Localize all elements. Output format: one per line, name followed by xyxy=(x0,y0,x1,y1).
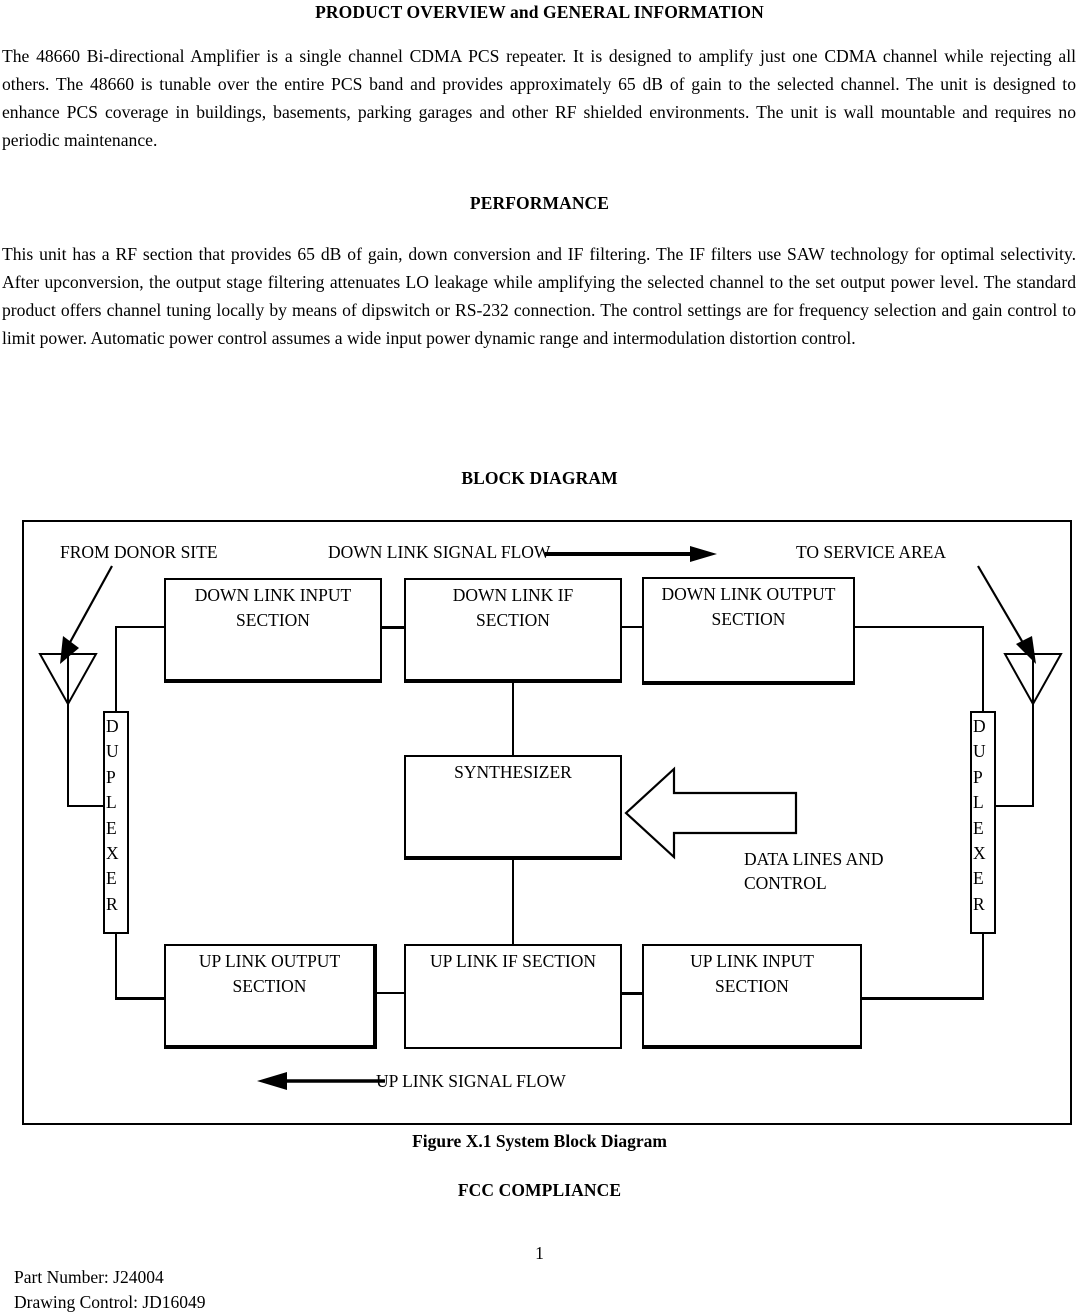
duplexer-left-to-dl-input xyxy=(115,626,167,628)
block-down-link-output: DOWN LINK OUTPUT SECTION xyxy=(642,577,855,685)
duplexer-letter: R xyxy=(106,893,118,914)
block-up-link-input: UP LINK INPUT SECTION xyxy=(642,944,862,1049)
performance-heading: PERFORMANCE xyxy=(469,193,610,213)
part-number: Part Number: J24004 xyxy=(14,1267,164,1287)
duplexer-letter: D xyxy=(106,716,119,736)
duplexer-letter: D xyxy=(973,716,986,736)
donor-antenna-icon xyxy=(38,653,98,720)
performance-paragraph: This unit has a RF section that provides… xyxy=(2,244,1076,348)
up-link-flow-arrow-icon xyxy=(257,1072,385,1090)
block-label: UP LINK IF SECTION xyxy=(429,951,597,971)
label-down-link-signal-flow: DOWN LINK SIGNAL FLOW xyxy=(328,542,551,562)
duplexer-letter: E xyxy=(973,868,984,889)
synth-to-dl-if-line xyxy=(512,683,514,757)
page-number: 1 xyxy=(535,1243,544,1263)
block-label: UP LINK OUTPUT SECTION xyxy=(198,951,341,996)
connector-ul-output-to-if xyxy=(376,992,405,994)
antenna-left-stem xyxy=(67,718,69,807)
figure-caption: Figure X.1 System Block Diagram xyxy=(412,1131,667,1151)
block-up-link-output: UP LINK OUTPUT SECTION xyxy=(164,944,377,1049)
duplexer-letter: E xyxy=(973,817,984,838)
duplexer-letter: R xyxy=(973,893,985,914)
duplexer-letter: X xyxy=(973,843,986,864)
block-synthesizer: SYNTHESIZER xyxy=(404,755,622,860)
block-label: UP LINK INPUT SECTION xyxy=(690,951,814,996)
duplexer-letter: U xyxy=(106,741,119,762)
duplexer-letter: P xyxy=(973,766,983,787)
antenna-right-stem xyxy=(1032,718,1034,807)
down-link-flow-arrow-icon xyxy=(545,546,717,562)
duplexer-right-bottom-stem xyxy=(982,932,984,1000)
duplexer-letter: L xyxy=(973,792,984,813)
drawing-control: Drawing Control: JD16049 xyxy=(14,1292,206,1312)
block-diagram-heading: BLOCK DIAGRAM xyxy=(461,468,618,488)
synth-to-ul-if-line xyxy=(512,858,514,944)
block-label: DOWN LINK INPUT SECTION xyxy=(194,585,352,630)
duplexer-right: D U P L E X E R xyxy=(970,711,996,934)
fcc-compliance-heading: FCC COMPLIANCE xyxy=(457,1180,622,1200)
service-antenna-icon xyxy=(1003,653,1063,720)
block-diagram-frame: FROM DONOR SITE DOWN LINK SIGNAL FLOW TO… xyxy=(22,520,1072,1125)
duplexer-letter: U xyxy=(973,741,986,762)
duplexer-letter: E xyxy=(106,868,117,889)
duplexer-left: D U P L E X E R xyxy=(103,711,129,934)
duplexer-letter: L xyxy=(106,792,117,813)
block-up-link-if: UP LINK IF SECTION xyxy=(404,944,622,1049)
duplexer-letter: X xyxy=(106,843,119,864)
block-down-link-input: DOWN LINK INPUT SECTION xyxy=(164,578,382,683)
label-up-link-signal-flow: UP LINK SIGNAL FLOW xyxy=(376,1071,566,1091)
page-title: PRODUCT OVERVIEW and GENERAL INFORMATION xyxy=(315,2,764,22)
document-page: PRODUCT OVERVIEW and GENERAL INFORMATION… xyxy=(0,0,1079,1316)
duplexer-left-bottom-stem xyxy=(115,932,117,1000)
ul-input-to-duplexer-right xyxy=(855,997,984,1000)
duplexer-letter: P xyxy=(106,766,116,787)
dl-output-to-duplexer-right xyxy=(855,626,984,628)
label-from-donor-site: FROM DONOR SITE xyxy=(60,542,218,562)
label-to-service-area: TO SERVICE AREA xyxy=(796,542,946,562)
block-label: DOWN LINK IF SECTION xyxy=(452,585,574,630)
block-label: DOWN LINK OUTPUT SECTION xyxy=(661,584,836,629)
block-label: SYNTHESIZER xyxy=(454,762,572,782)
connector-dl-input-to-if xyxy=(381,626,406,629)
connector-dl-if-to-output xyxy=(621,626,644,628)
data-lines-block-arrow-icon xyxy=(624,766,798,860)
overview-paragraph: The 48660 Bi-directional Amplifier is a … xyxy=(2,46,1076,150)
block-down-link-if: DOWN LINK IF SECTION xyxy=(404,578,622,683)
duplexer-letter: E xyxy=(106,817,117,838)
connector-ul-if-to-input xyxy=(621,992,644,995)
duplexer-left-to-ul-output xyxy=(115,997,167,1000)
